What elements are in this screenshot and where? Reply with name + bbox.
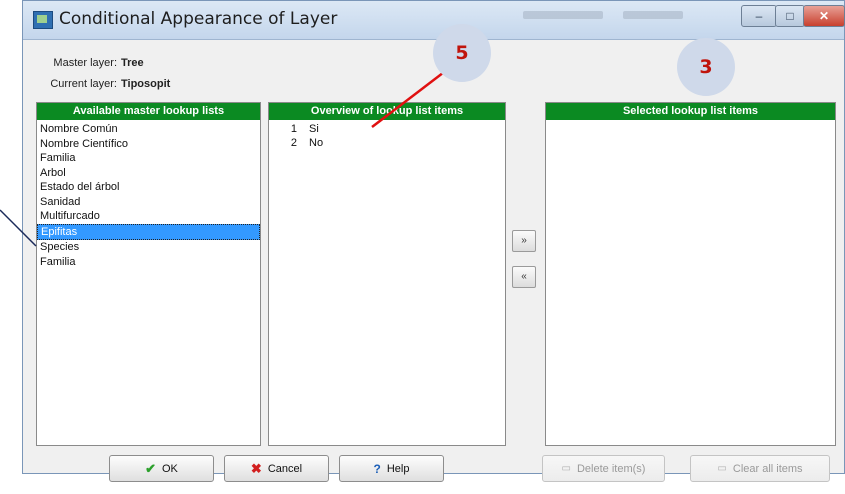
- annotation-line-available: [0, 209, 37, 247]
- annotation-badge-3: 3: [677, 38, 735, 96]
- annotation-arrow-overview: [371, 65, 453, 128]
- annotation-badge-5: 5: [433, 24, 491, 82]
